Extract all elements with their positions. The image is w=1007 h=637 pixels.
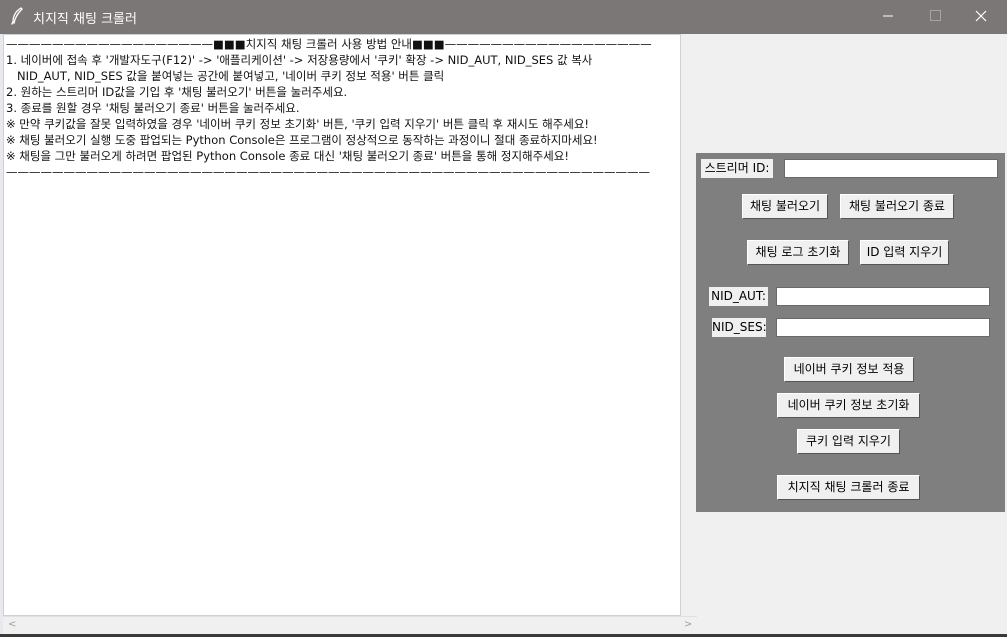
feather-icon [10, 7, 26, 27]
chat-log-textarea[interactable]: ——————————————————■■■치지직 채팅 크롤러 사용 방법 안내… [3, 34, 681, 616]
control-panel: 스트리머 ID: 채팅 불러오기 채팅 불러오기 종료 채팅 로그 초기화 ID… [696, 153, 1005, 512]
nid-aut-label: NID_AUT: [709, 287, 768, 306]
window-title: 치지직 채팅 크롤러 [33, 12, 137, 27]
clear-cookie-button[interactable]: 쿠키 입력 지우기 [797, 429, 900, 454]
log-line: NID_AUT, NID_SES 값을 붙여넣는 공간에 붙여넣고, '네이버 … [6, 69, 445, 83]
close-button[interactable] [958, 0, 1004, 34]
nid-ses-input[interactable] [776, 318, 990, 337]
clear-id-button[interactable]: ID 입력 지우기 [860, 240, 949, 265]
log-line: 1. 네이버에 접속 후 '개발자도구(F12)' -> '애플리케이션' ->… [6, 53, 593, 67]
nid-aut-input[interactable] [776, 287, 990, 306]
log-line: ※ 채팅 불러오기 실행 도중 팝업되는 Python Console은 프로그… [6, 133, 598, 147]
log-line: ————————————————————————————————————————… [6, 165, 650, 179]
minimize-icon [883, 15, 893, 17]
reset-cookie-button[interactable]: 네이버 쿠키 정보 초기화 [777, 393, 920, 418]
log-line: ——————————————————■■■치지직 채팅 크롤러 사용 방법 안내… [6, 37, 652, 51]
stop-chat-button[interactable]: 채팅 불러오기 종료 [840, 194, 954, 219]
maximize-icon [929, 10, 941, 21]
apply-cookie-button[interactable]: 네이버 쿠키 정보 적용 [784, 357, 914, 382]
close-icon [975, 10, 987, 22]
horizontal-scrollbar[interactable]: < > [3, 616, 697, 635]
vertical-scrollbar[interactable] [681, 34, 697, 616]
exit-app-button[interactable]: 치지직 채팅 크롤러 종료 [777, 475, 920, 500]
log-line: 2. 원하는 스트리머 ID값을 기입 후 '채팅 불러오기' 버튼을 눌러주세… [6, 85, 348, 99]
streamer-id-input[interactable] [784, 159, 998, 178]
minimize-button[interactable] [865, 0, 911, 34]
load-chat-button[interactable]: 채팅 불러오기 [742, 194, 828, 219]
scroll-left-icon[interactable]: < [8, 619, 16, 630]
title-bar: 치지직 채팅 크롤러 [0, 0, 1007, 34]
log-line: 3. 종료를 원할 경우 '채팅 불러오기 종료' 버튼을 눌러주세요. [6, 101, 300, 115]
maximize-button[interactable] [912, 0, 958, 34]
reset-log-button[interactable]: 채팅 로그 초기화 [747, 240, 849, 265]
scroll-right-icon[interactable]: > [684, 619, 692, 630]
log-line: ※ 만약 쿠키값을 잘못 입력하였을 경우 '네이버 쿠키 정보 초기화' 버튼… [6, 117, 590, 131]
log-line: ※ 채팅을 그만 불러오게 하려면 팝업된 Python Console 종료 … [6, 149, 569, 163]
nid-ses-label: NID_SES: [712, 318, 767, 337]
streamer-id-label: 스트리머 ID: [701, 159, 773, 178]
